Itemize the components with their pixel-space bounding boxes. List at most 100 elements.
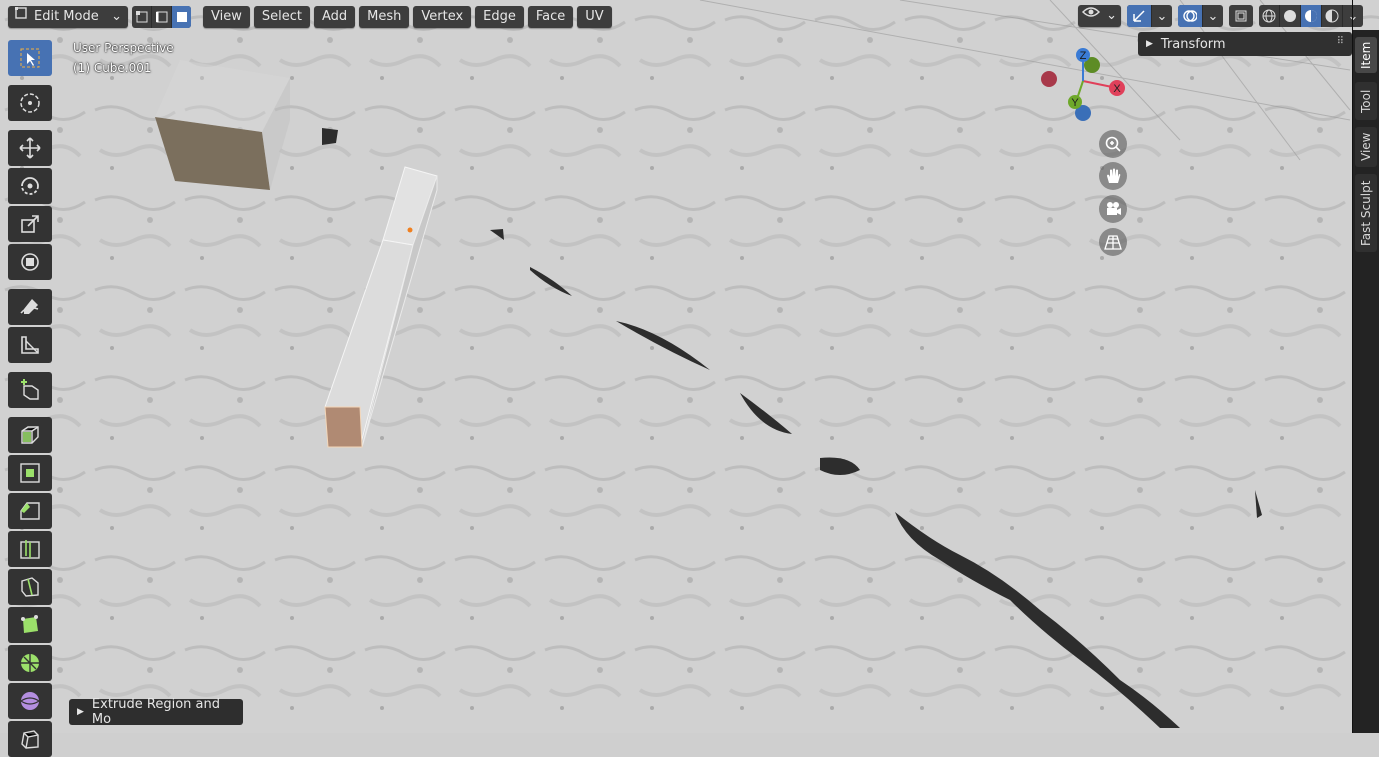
- axis-x-label: X: [1113, 83, 1121, 95]
- chevron-down-icon: ⌄: [1156, 8, 1168, 24]
- loop-cut-icon: [20, 540, 40, 559]
- transform-icon: [21, 253, 39, 271]
- tab-fast-sculpt[interactable]: Fast Sculpt: [1355, 174, 1377, 252]
- cube-object[interactable]: [155, 60, 290, 190]
- menu-edge[interactable]: Edge: [475, 5, 524, 28]
- tool-move[interactable]: [8, 130, 52, 166]
- tab-view[interactable]: View: [1355, 127, 1377, 167]
- tab-item-label: Item: [1359, 41, 1373, 69]
- solid-sphere-icon: [1284, 10, 1296, 22]
- perspective-toggle-button[interactable]: [1099, 228, 1127, 256]
- material-shading-button[interactable]: [1301, 5, 1322, 27]
- wireframe-shading-button[interactable]: [1259, 5, 1280, 27]
- perspective-label: User Perspective: [73, 41, 174, 55]
- axis-y-label: Y: [1071, 97, 1079, 109]
- menu-select[interactable]: Select: [253, 5, 310, 28]
- drag-handle-icon[interactable]: ⠿: [1337, 36, 1344, 47]
- wireframe-icon: [1262, 9, 1276, 23]
- gizmo-dropdown[interactable]: ⌄: [1152, 5, 1172, 27]
- scale-icon: [21, 215, 39, 233]
- poly-build-icon: [21, 615, 38, 633]
- viewport-scene[interactable]: [0, 0, 1379, 733]
- menu-view[interactable]: View: [203, 5, 250, 28]
- tool-extrude-region[interactable]: [8, 417, 52, 453]
- knife-icon: [21, 577, 39, 597]
- tab-fast-sculpt-label: Fast Sculpt: [1359, 180, 1373, 246]
- edge-select-icon: [155, 11, 167, 22]
- expand-arrow-icon: ▶: [1146, 39, 1153, 49]
- overlay-dropdown[interactable]: ⌄: [1203, 5, 1223, 27]
- zoom-button[interactable]: [1099, 130, 1127, 158]
- tool-smooth[interactable]: [8, 683, 52, 719]
- active-object-label: (1) Cube.001: [73, 61, 152, 75]
- tool-shrink-fatten[interactable]: [8, 721, 52, 757]
- select-mode-group: [132, 5, 191, 28]
- face-select-button[interactable]: [172, 5, 191, 28]
- solid-shading-button[interactable]: [1280, 5, 1301, 27]
- tool-spin[interactable]: [8, 645, 52, 681]
- menu-vertex[interactable]: Vertex: [413, 5, 472, 28]
- shading-dropdown[interactable]: ⌄: [1343, 5, 1363, 27]
- menu-vertex-label: Vertex: [421, 8, 464, 24]
- menu-mesh[interactable]: Mesh: [359, 5, 410, 28]
- pan-button[interactable]: [1099, 162, 1127, 190]
- last-operator-label: Extrude Region and Mo: [91, 697, 220, 727]
- inset-faces-icon: [20, 463, 40, 483]
- menu-mesh-label: Mesh: [367, 8, 402, 24]
- zoom-icon: [1105, 136, 1121, 152]
- tab-tool[interactable]: Tool: [1355, 82, 1377, 120]
- mode-selector[interactable]: Edit Mode ⌄: [8, 5, 128, 28]
- gizmo-toggle-button[interactable]: [1127, 5, 1152, 27]
- tool-add-cube[interactable]: [8, 372, 52, 408]
- overlay-toggle-button[interactable]: [1178, 5, 1203, 27]
- vertex-select-button[interactable]: [132, 5, 152, 28]
- tool-select-box[interactable]: [8, 40, 52, 76]
- visibility-dropdown[interactable]: ⌄: [1078, 5, 1121, 27]
- tool-knife[interactable]: [8, 569, 52, 605]
- shading-mode-group: ⌄: [1259, 5, 1363, 27]
- transform-panel-header[interactable]: ▶ Transform ⠿: [1138, 32, 1352, 56]
- 3d-viewport[interactable]: [0, 0, 1379, 733]
- expand-arrow-icon: ▶: [77, 707, 84, 717]
- move-icon: [19, 137, 41, 159]
- tool-annotate[interactable]: [8, 289, 52, 325]
- rendered-shading-button[interactable]: [1322, 5, 1343, 27]
- menu-face[interactable]: Face: [527, 5, 574, 28]
- region-divider: [1352, 0, 1353, 733]
- tool-shelf: [8, 40, 55, 757]
- chevron-down-icon: ⌄: [1347, 8, 1359, 24]
- tool-inset-faces[interactable]: [8, 455, 52, 491]
- gizmo-icon: [1133, 10, 1145, 22]
- edge-select-button[interactable]: [152, 5, 172, 28]
- hand-icon: [1107, 168, 1121, 183]
- menu-view-label: View: [211, 8, 242, 24]
- vertex-select-icon: [135, 10, 147, 22]
- rendered-sphere-icon: [1325, 9, 1339, 23]
- xray-button[interactable]: [1229, 5, 1253, 27]
- tool-measure[interactable]: [8, 327, 52, 363]
- tab-item[interactable]: Item: [1355, 37, 1377, 73]
- tool-cursor[interactable]: [8, 85, 52, 121]
- chevron-down-icon: ⌄: [1106, 8, 1117, 23]
- eye-icon: [1082, 5, 1101, 27]
- tool-transform[interactable]: [8, 244, 52, 280]
- tool-scale[interactable]: [8, 206, 52, 242]
- gizmo-toggle-group: ⌄: [1127, 5, 1172, 27]
- spin-icon: [21, 654, 39, 672]
- rotate-icon: [21, 177, 39, 195]
- tool-bevel[interactable]: [8, 493, 52, 529]
- tool-rotate[interactable]: [8, 168, 52, 204]
- tool-poly-build[interactable]: [8, 607, 52, 643]
- last-operator-panel[interactable]: ▶ Extrude Region and Mo: [69, 697, 243, 727]
- mode-label: Edit Mode: [34, 8, 99, 24]
- camera-view-button[interactable]: [1099, 195, 1127, 223]
- menu-uv[interactable]: UV: [577, 5, 612, 28]
- navigation-gizmo[interactable]: X Z Y: [1036, 44, 1132, 124]
- tool-loop-cut[interactable]: [8, 531, 52, 567]
- xray-toggle[interactable]: [1229, 5, 1253, 27]
- transform-panel-title: Transform: [1160, 36, 1226, 52]
- camera-icon: [1107, 202, 1121, 215]
- xray-icon: [1235, 10, 1247, 22]
- menu-add[interactable]: Add: [313, 5, 356, 28]
- axis-neg-x-handle[interactable]: [1041, 71, 1057, 87]
